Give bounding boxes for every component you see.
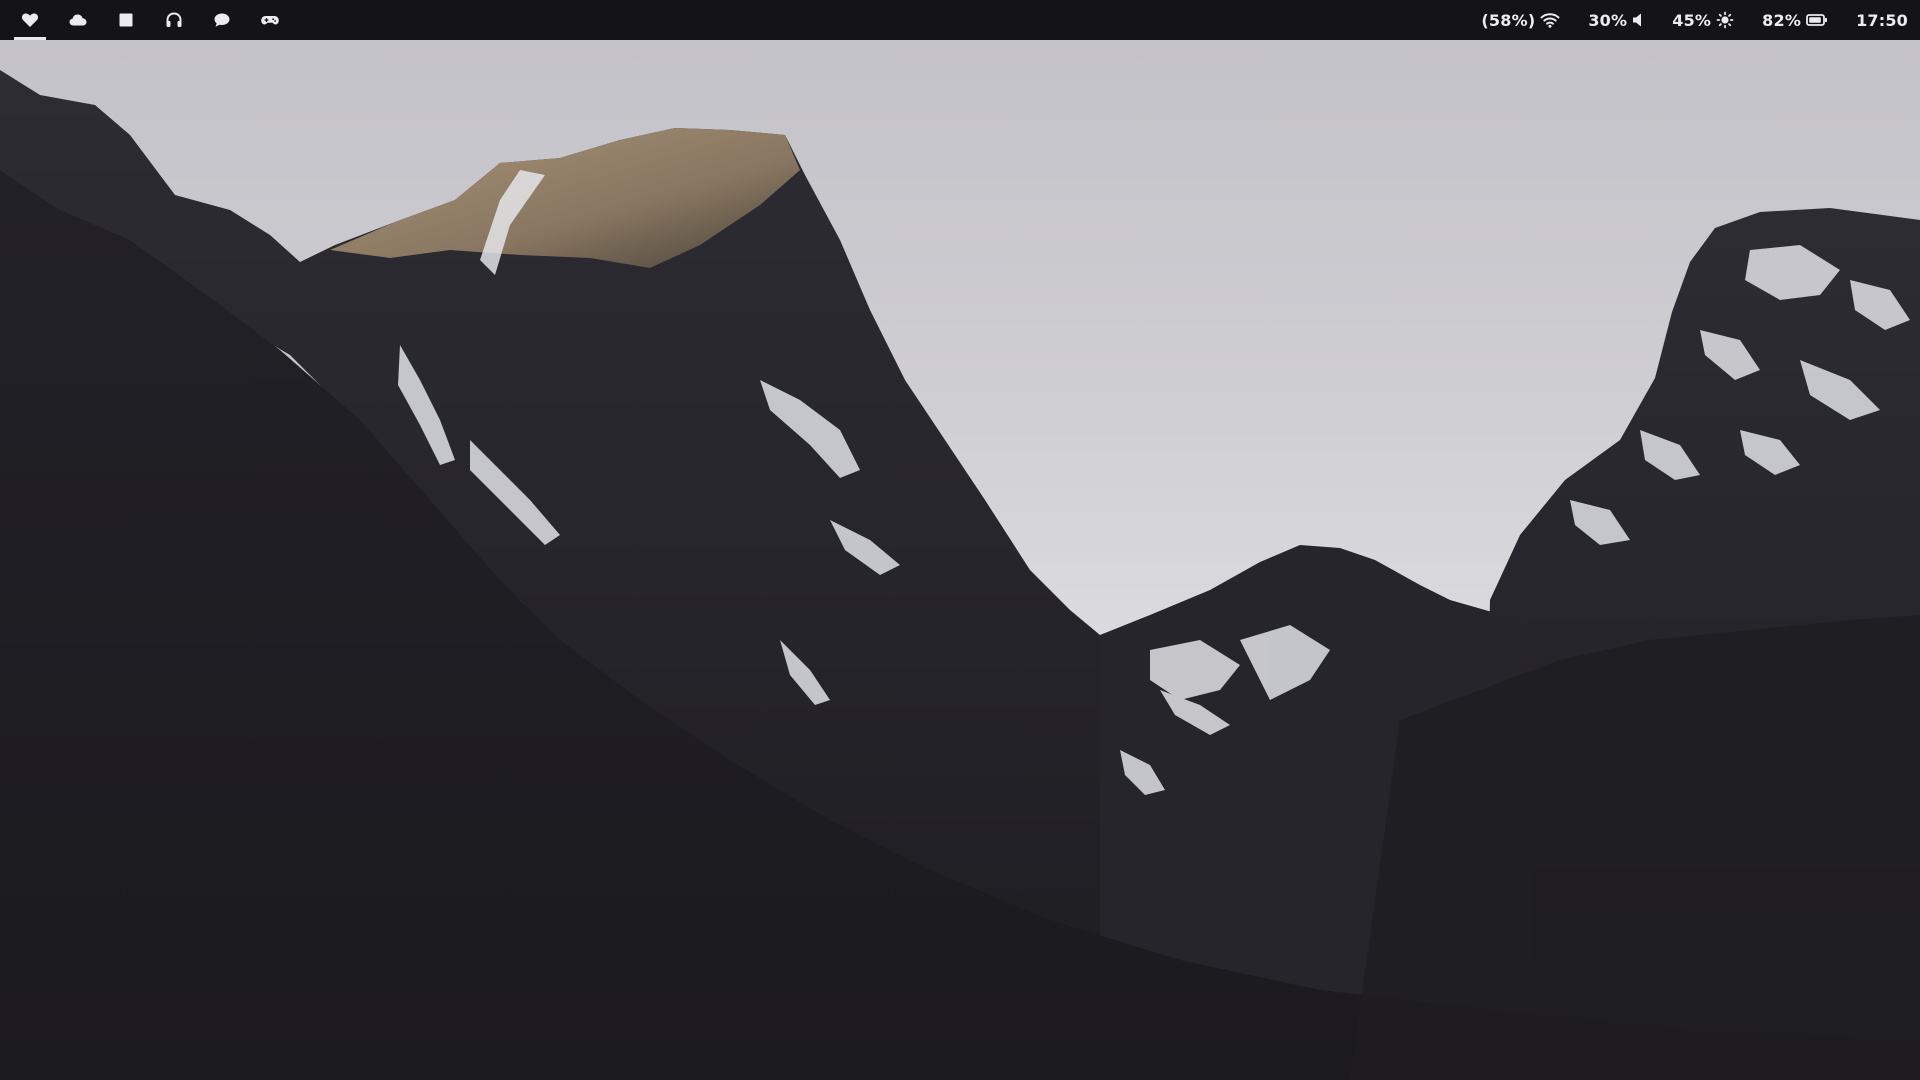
volume-icon — [1633, 13, 1642, 27]
wallpaper — [0, 40, 1920, 1080]
battery-value: 82% — [1762, 10, 1802, 30]
mountain-landscape-image — [0, 40, 1920, 1080]
battery-icon — [1806, 14, 1828, 26]
chat-icon — [214, 13, 230, 27]
workspace-headphones[interactable] — [150, 0, 198, 40]
desktop: (58%) 30% 45% 82% 17:50 — [0, 0, 1920, 1080]
gamepad-icon — [261, 16, 279, 25]
brightness-value: 45% — [1672, 10, 1712, 30]
wifi-status[interactable]: (58%) — [1481, 0, 1560, 40]
volume-status[interactable]: 30% — [1588, 0, 1644, 40]
wifi-icon — [1540, 13, 1560, 28]
battery-status[interactable]: 82% — [1762, 0, 1828, 40]
brightness-icon — [1716, 11, 1734, 29]
status-area: (58%) 30% 45% 82% 17:50 — [1453, 0, 1920, 40]
workspace-gamepad[interactable] — [246, 0, 294, 40]
workspace-switcher — [0, 0, 294, 40]
workspace-chat[interactable] — [198, 0, 246, 40]
clock[interactable]: 17:50 — [1856, 0, 1908, 40]
brightness-status[interactable]: 45% — [1672, 0, 1734, 40]
heart-icon — [21, 13, 39, 27]
volume-value: 30% — [1588, 10, 1628, 30]
clock-time: 17:50 — [1856, 10, 1908, 30]
workspace-heart[interactable] — [6, 0, 54, 40]
top-bar: (58%) 30% 45% 82% 17:50 — [0, 0, 1920, 40]
workspace-cloud[interactable] — [54, 0, 102, 40]
wifi-signal-value: (58%) — [1481, 10, 1536, 30]
workspace-square[interactable] — [102, 0, 150, 40]
square-icon — [119, 13, 133, 27]
headphones-icon — [166, 12, 182, 27]
cloud-icon — [69, 14, 87, 26]
